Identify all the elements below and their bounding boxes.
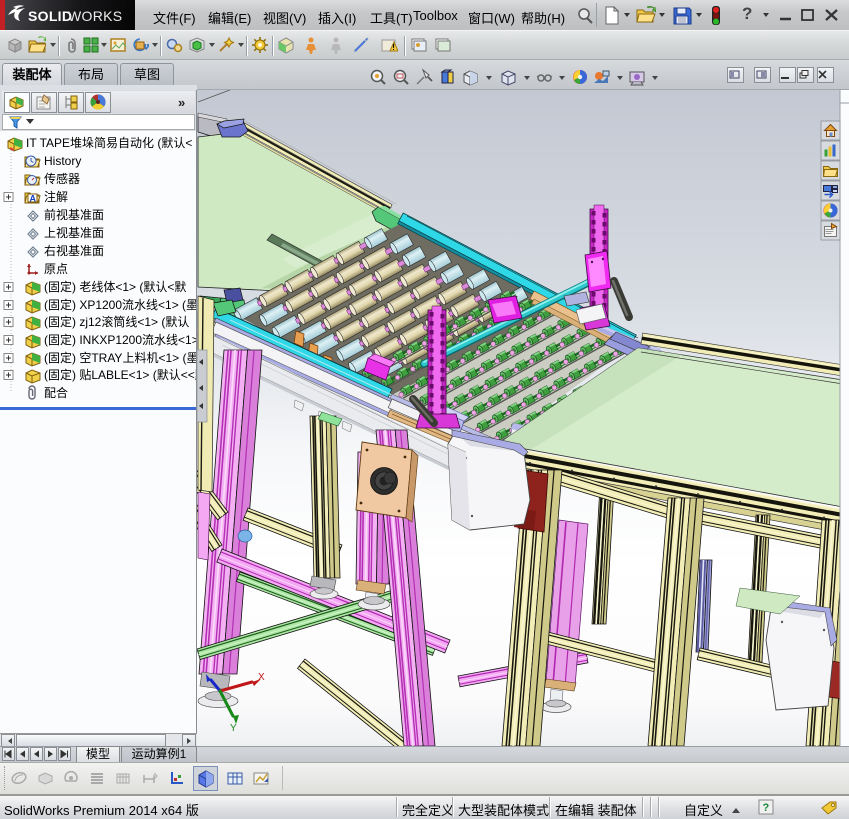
svg-text:注解: 注解 [44,189,68,204]
svg-text:(固定) 贴LABLE<1> (默认<<默: (固定) 贴LABLE<1> (默认<<默 [44,367,196,382]
svg-text:IT TAPE堆垛简易自动化 (默认<: IT TAPE堆垛简易自动化 (默认< [26,135,192,150]
svg-text:!: ! [392,43,395,52]
svg-text:右视基准面: 右视基准面 [44,243,104,258]
svg-text:History: History [44,154,81,168]
svg-text:前视基准面: 前视基准面 [44,207,104,222]
svg-text:SOLID: SOLID [28,8,72,24]
svg-text:?: ? [763,802,770,814]
svg-text:WORKS: WORKS [68,8,122,24]
svg-text:传感器: 传感器 [44,171,80,186]
svg-text:上视基准面: 上视基准面 [44,225,104,240]
svg-text:Y: Y [230,723,237,734]
svg-text:(固定) XP1200流水线<1> (墨: (固定) XP1200流水线<1> (墨 [44,297,196,312]
svg-text:(固定) 老线体<1> (默认<默: (固定) 老线体<1> (默认<默 [44,279,186,294]
svg-text:X: X [258,672,265,683]
svg-text:(固定) zj12滚筒线<1> (默认: (固定) zj12滚筒线<1> (默认 [44,314,189,329]
svg-text:配合: 配合 [44,385,68,400]
svg-text:(固定) 空TRAY上料机<1> (墨: (固定) 空TRAY上料机<1> (墨 [44,350,196,365]
svg-text:原点: 原点 [44,262,68,276]
svg-text:A: A [30,194,37,204]
svg-text:(固定) INKXP1200流水线<1>: (固定) INKXP1200流水线<1> [44,332,196,347]
